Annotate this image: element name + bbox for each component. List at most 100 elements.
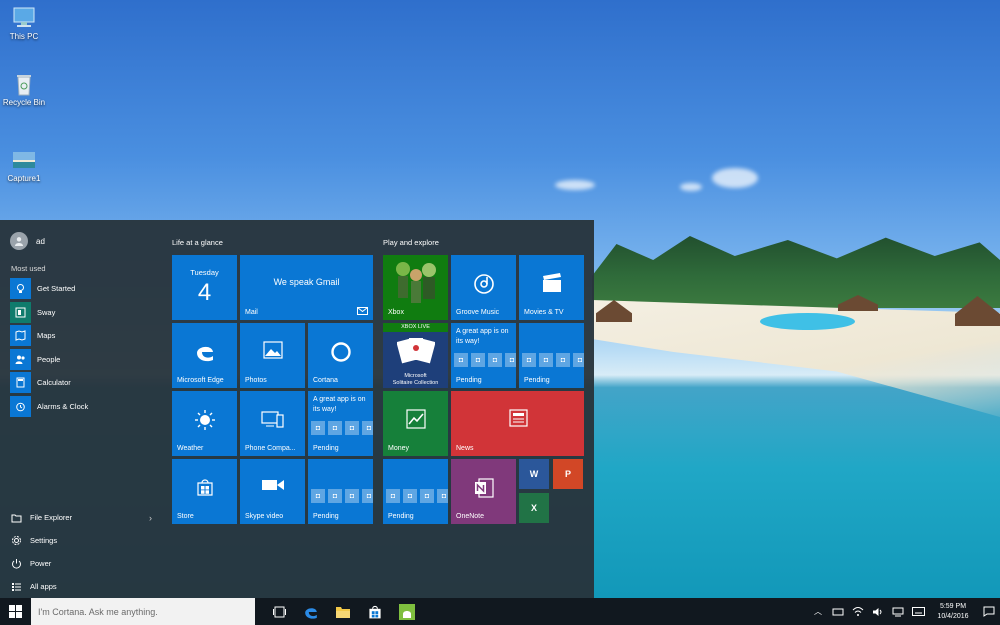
tile-label: Money [388, 445, 410, 452]
system-tray: ︿ 5:59 PM 10/4/2016 [808, 598, 1000, 625]
sway-icon [10, 301, 31, 323]
envelope-icon [357, 307, 368, 315]
app-placeholder-icon: ◘ [522, 353, 536, 367]
desktop-icon-capture1[interactable]: Capture1 [2, 148, 46, 183]
taskbar-edge[interactable] [295, 598, 327, 625]
tile-label: Photos [245, 377, 267, 384]
app-placeholder-icon: ◘ [328, 421, 342, 435]
tile-phone-companion[interactable]: Phone Compa... [240, 391, 305, 456]
app-placeholder-icon: ◘ [362, 489, 373, 503]
clock-date: 10/4/2016 [937, 612, 969, 620]
speaker-icon [873, 607, 882, 616]
tile-onenote[interactable]: OneNote [451, 459, 516, 524]
tile-skype-video[interactable]: Skype video [240, 459, 305, 524]
touch-keyboard-button[interactable] [908, 598, 928, 625]
gear-icon [10, 535, 22, 547]
network-button[interactable] [848, 598, 868, 625]
taskbar: I'm Cortana. Ask me anything. ︿ 5:59 PM … [0, 598, 1000, 625]
app-item-label: Get Started [37, 284, 76, 294]
tile-xbox[interactable]: Xbox [383, 255, 448, 320]
tile-store[interactable]: Store [172, 459, 237, 524]
tile-cortana[interactable]: Cortana [308, 323, 373, 388]
app-placeholder-icon: ◘ [311, 489, 325, 503]
tile-money[interactable]: Money [383, 391, 448, 456]
desktop-icon-this-pc[interactable]: This PC [2, 6, 46, 41]
app-placeholder-icon: ◘ [539, 353, 553, 367]
tile-label: Pending [524, 377, 550, 384]
app-item-alarms-clock[interactable]: Alarms & Clock [10, 395, 158, 419]
taskbar-file-explorer[interactable] [327, 598, 359, 625]
settings-item[interactable]: Settings [10, 529, 152, 552]
tile-microsoft-edge[interactable]: Microsoft Edge [172, 323, 237, 388]
excel-icon: X [530, 503, 537, 513]
tile-pending-1[interactable]: A great app is on its way! ◘ ◘ ◘ ◘ Pending [308, 391, 373, 456]
tile-word[interactable]: W [519, 459, 549, 489]
tile-pending-2[interactable]: ◘ ◘ ◘ ◘ Pending [308, 459, 373, 524]
app-item-sway[interactable]: Sway [10, 301, 158, 325]
app-item-get-started[interactable]: Get Started [10, 277, 158, 301]
group-title-life-at-a-glance: Life at a glance [172, 238, 223, 247]
app-placeholder-icon: ◘ [573, 353, 584, 367]
power-item[interactable]: Power [10, 552, 152, 575]
sun-icon [194, 410, 215, 430]
user-account[interactable]: ad [10, 232, 45, 250]
app-placeholder-icon: ◘ [556, 353, 570, 367]
start-button[interactable] [0, 598, 31, 625]
tile-pending-3[interactable]: A great app is on its way! ◘ ◘ ◘ ◘ Pending [451, 323, 516, 388]
task-view-button[interactable] [263, 598, 295, 625]
show-hidden-icons-button[interactable]: ︿ [808, 598, 828, 625]
tile-label: News [456, 445, 474, 452]
calculator-icon [10, 372, 31, 394]
pending-icons: ◘ ◘ ◘ ◘ [454, 353, 516, 367]
tile-label: Mail [245, 309, 258, 316]
all-apps-item[interactable]: All apps [10, 575, 152, 598]
tile-photos[interactable]: Photos [240, 323, 305, 388]
cortana-search-box[interactable]: I'm Cortana. Ask me anything. [31, 598, 255, 625]
onenote-icon [474, 478, 494, 498]
language-icon [892, 607, 904, 616]
desktop-icon-label: This PC [9, 32, 39, 41]
tile-pending-4[interactable]: ◘ ◘ ◘ ◘ Pending [519, 323, 584, 388]
tile-calendar[interactable]: Tuesday 4 [172, 255, 237, 320]
recycle-bin-icon [17, 75, 31, 96]
search-placeholder: I'm Cortana. Ask me anything. [38, 606, 158, 617]
app-item-maps[interactable]: Maps [10, 324, 158, 348]
chart-icon [405, 409, 426, 429]
app-placeholder-icon: ◘ [345, 421, 359, 435]
most-used-heading: Most used [11, 264, 46, 273]
tile-label: Pending [313, 513, 339, 520]
clapperboard-icon [542, 273, 561, 292]
app-item-people[interactable]: People [10, 348, 158, 372]
taskbar-store[interactable] [359, 598, 391, 625]
input-method-button[interactable] [888, 598, 908, 625]
tile-news[interactable]: News [451, 391, 584, 456]
powerpoint-icon: P [564, 469, 571, 479]
desktop-icon-recycle-bin[interactable]: Recycle Bin [2, 72, 46, 107]
app-placeholder-icon: ◘ [403, 489, 417, 503]
tile-mail[interactable]: We speak Gmail Mail [240, 255, 373, 320]
tile-excel[interactable]: X [519, 493, 549, 523]
taskbar-android-app[interactable] [391, 598, 423, 625]
app-item-label: Sway [37, 307, 56, 317]
tray-app-button[interactable] [828, 598, 848, 625]
tile-weather[interactable]: Weather [172, 391, 237, 456]
app-item-label: People [37, 354, 61, 364]
app-item-label: Calculator [37, 378, 71, 388]
tile-powerpoint[interactable]: P [553, 459, 583, 489]
file-explorer-item[interactable]: File Explorer › [10, 506, 152, 529]
tile-label: Groove Music [456, 309, 500, 316]
palm-trees [592, 236, 1000, 308]
clock[interactable]: 5:59 PM 10/4/2016 [928, 602, 978, 622]
tile-pending-5[interactable]: ◘ ◘ ◘ ◘ Pending [383, 459, 448, 524]
app-placeholder-icon: ◘ [386, 489, 400, 503]
clock-time: 5:59 PM [939, 602, 967, 610]
app-item-calculator[interactable]: Calculator [10, 371, 158, 395]
action-center-button[interactable] [978, 598, 1000, 625]
chevron-up-icon: ︿ [814, 607, 822, 616]
tile-movies-tv[interactable]: Movies & TV [519, 255, 584, 320]
photos-icon [262, 341, 283, 359]
store-icon [196, 479, 213, 496]
tile-groove-music[interactable]: Groove Music [451, 255, 516, 320]
volume-button[interactable] [868, 598, 888, 625]
tile-solitaire[interactable]: XBOX LIVE Microsoft Solitaire Collection [383, 323, 448, 388]
